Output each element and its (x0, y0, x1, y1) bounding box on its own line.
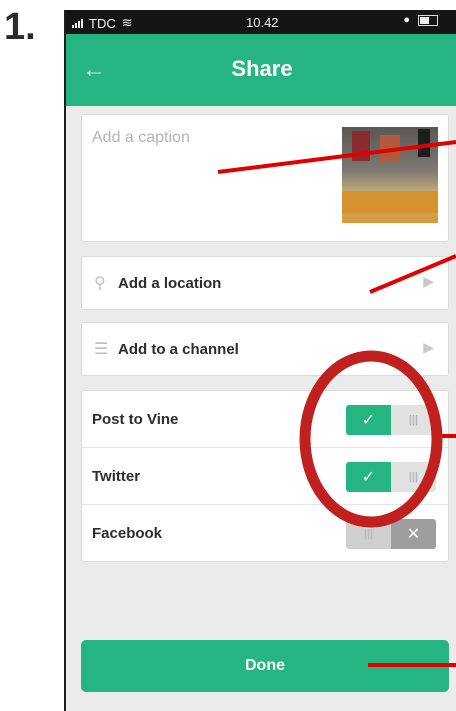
toggle-grip-icon: ||| (346, 519, 391, 549)
check-icon: ✓ (346, 462, 391, 492)
check-icon: ✓ (346, 405, 391, 435)
phone-screen: TDC ≋ 10.42 ● ← Share Add a caption ⚲ Ad… (64, 10, 456, 711)
wifi-icon: ≋ (121, 15, 133, 30)
video-thumbnail (342, 127, 438, 223)
add-channel-row[interactable]: ☰ Add to a channel ▶ (81, 322, 449, 376)
toggle-grip-icon: ||| (391, 462, 436, 492)
signal-icon (72, 18, 83, 28)
toggle-label: Facebook (92, 525, 163, 542)
toggle-row-facebook: Facebook ||| ✕ (82, 505, 448, 561)
done-button[interactable]: Done (81, 640, 449, 692)
facebook-toggle[interactable]: ||| ✕ (346, 519, 436, 549)
twitter-toggle[interactable]: ✓ ||| (346, 462, 436, 492)
add-location-label: Add a location (118, 275, 222, 292)
caption-input[interactable]: Add a caption (92, 129, 190, 147)
close-icon: ✕ (391, 519, 436, 549)
add-channel-label: Add to a channel (118, 341, 239, 358)
battery-icon (418, 14, 438, 26)
carrier-label: TDC (89, 15, 116, 31)
toggle-label: Post to Vine (92, 411, 179, 428)
chevron-right-icon: ▶ (423, 339, 434, 355)
chevron-right-icon: ▶ (423, 273, 434, 289)
toggle-grip-icon: ||| (391, 405, 436, 435)
toggle-row-vine: Post to Vine ✓ ||| (82, 391, 448, 448)
toggle-row-twitter: Twitter ✓ ||| (82, 448, 448, 505)
status-time: 10.42 (246, 15, 279, 30)
header-bar: ← Share (66, 34, 456, 106)
caption-card[interactable]: Add a caption (81, 114, 449, 242)
add-location-row[interactable]: ⚲ Add a location ▶ (81, 256, 449, 310)
step-number: 1. (4, 6, 36, 48)
toggle-label: Twitter (92, 468, 141, 485)
page-title: Share (231, 56, 293, 81)
share-toggles-card: Post to Vine ✓ ||| Twitter ✓ ||| Faceboo… (81, 390, 449, 562)
list-icon: ☰ (94, 341, 109, 358)
status-bar: TDC ≋ 10.42 ● (66, 10, 456, 34)
location-pin-icon: ⚲ (94, 275, 106, 292)
post-to-vine-toggle[interactable]: ✓ ||| (346, 405, 436, 435)
lock-icon: ● (403, 14, 410, 26)
